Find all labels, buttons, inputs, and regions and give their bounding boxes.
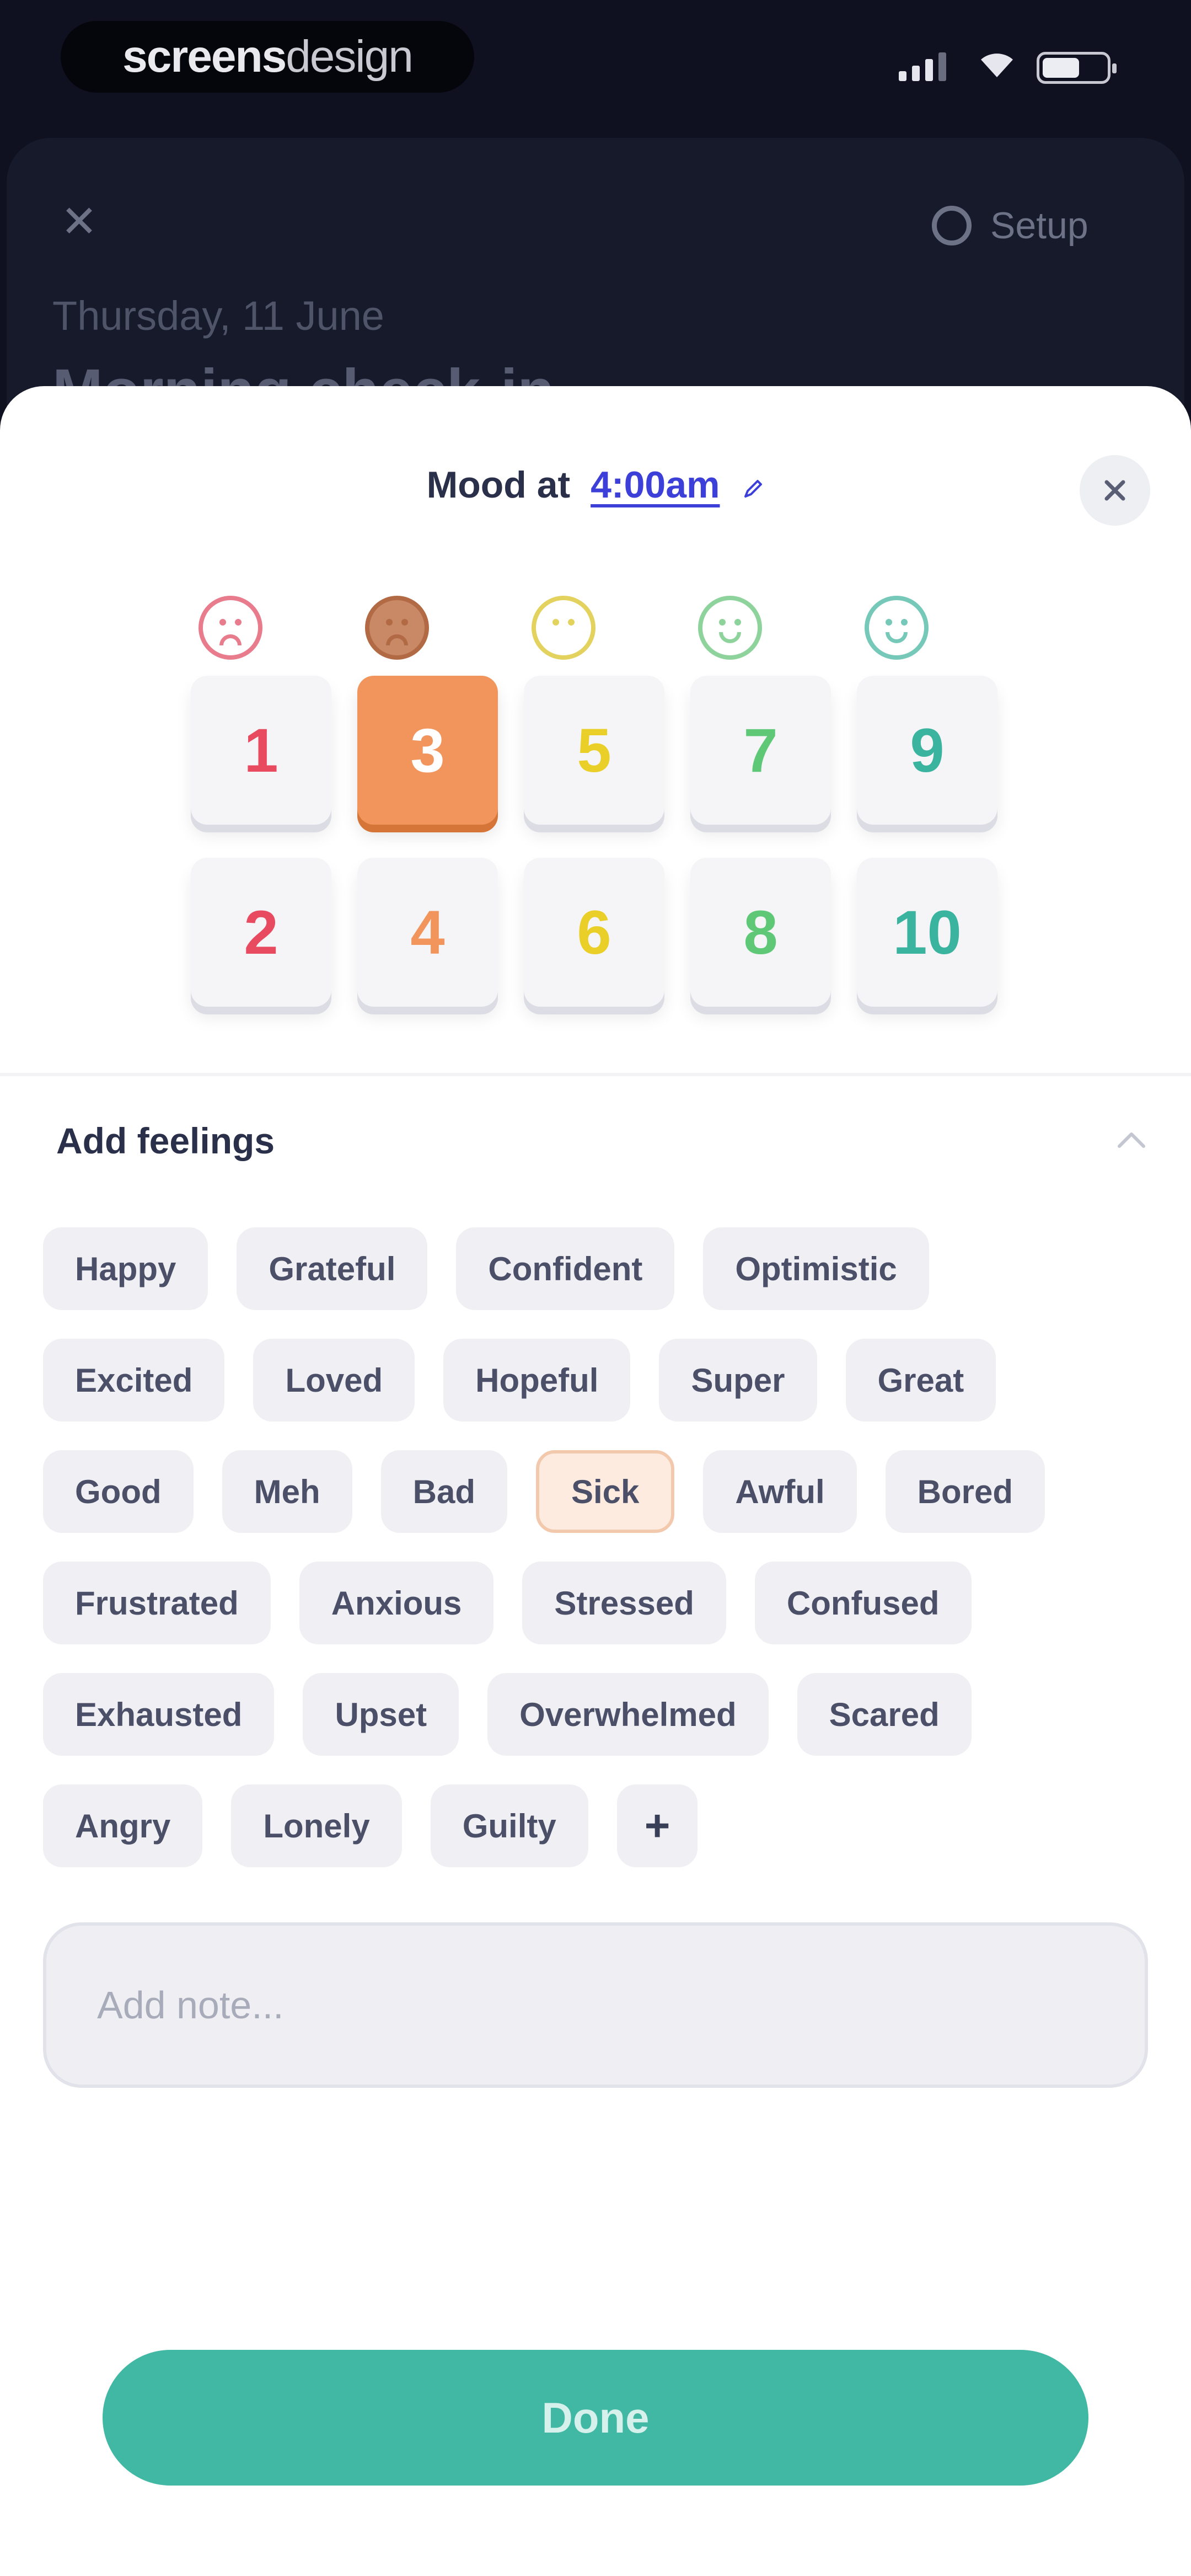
- feeling-chip-loved[interactable]: Loved: [253, 1339, 415, 1421]
- section-divider: [0, 1073, 1191, 1076]
- gear-icon: [932, 206, 972, 245]
- feeling-chip-awful[interactable]: Awful: [703, 1450, 857, 1533]
- feelings-chips: Happy Grateful Confident Optimistic Excited L…: [43, 1227, 1151, 1896]
- feelings-header[interactable]: Add feelings: [56, 1120, 1148, 1175]
- mood-score-6-button[interactable]: 6: [524, 858, 664, 1007]
- feeling-chip-stressed[interactable]: Stressed: [522, 1562, 726, 1644]
- feelings-row: Exhausted Upset Overwhelmed Scared: [43, 1673, 1151, 1756]
- background-date: Thursday, 11 June: [52, 293, 384, 339]
- sheet-header: Mood at 4:00am: [0, 463, 1191, 506]
- mood-score-10-button[interactable]: 10: [857, 858, 997, 1007]
- background-setup-button: Setup: [932, 204, 1088, 247]
- face-awful-icon: [198, 596, 262, 660]
- feelings-title: Add feelings: [56, 1120, 275, 1161]
- mood-sheet: Mood at 4:00am 1 3 5 7 9 2 4 6 8 10 Add feelings …: [0, 386, 1191, 2576]
- feeling-chip-sick[interactable]: Sick: [535, 1450, 675, 1533]
- feeling-chip-great[interactable]: Great: [845, 1339, 996, 1421]
- feeling-chip-bad[interactable]: Bad: [380, 1450, 507, 1533]
- battery-icon: [1037, 52, 1117, 84]
- mood-score-7-button[interactable]: 7: [690, 676, 831, 825]
- feeling-chip-scared[interactable]: Scared: [797, 1673, 972, 1756]
- feelings-row: Happy Grateful Confident Optimistic: [43, 1227, 1151, 1310]
- mood-score-9-button[interactable]: 9: [857, 676, 997, 825]
- brand-text: screensdesign: [122, 31, 414, 82]
- close-button[interactable]: [1080, 455, 1150, 526]
- feelings-row: Frustrated Anxious Stressed Confused: [43, 1562, 1151, 1644]
- face-great-icon: [865, 596, 929, 660]
- feeling-chip-grateful[interactable]: Grateful: [237, 1227, 428, 1310]
- mood-score-5-button[interactable]: 5: [524, 676, 664, 825]
- add-feeling-button[interactable]: +: [616, 1784, 698, 1867]
- mood-title-prefix: Mood at: [426, 464, 571, 506]
- feeling-chip-angry[interactable]: Angry: [43, 1784, 203, 1867]
- feeling-chip-upset[interactable]: Upset: [303, 1673, 459, 1756]
- face-bad-icon: [365, 596, 429, 660]
- feeling-chip-optimistic[interactable]: Optimistic: [703, 1227, 929, 1310]
- face-good-icon: [698, 596, 762, 660]
- face-okay-icon: [532, 596, 596, 660]
- status-bar: screensdesign: [0, 0, 1191, 116]
- feeling-chip-overwhelmed[interactable]: Overwhelmed: [487, 1673, 769, 1756]
- feeling-chip-confused[interactable]: Confused: [754, 1562, 972, 1644]
- feelings-row: Excited Loved Hopeful Super Great: [43, 1339, 1151, 1421]
- background-setup-label: Setup: [990, 205, 1088, 247]
- close-icon: [1104, 480, 1125, 501]
- feeling-chip-frustrated[interactable]: Frustrated: [43, 1562, 271, 1644]
- feeling-chip-anxious[interactable]: Anxious: [299, 1562, 494, 1644]
- pencil-icon[interactable]: [742, 478, 764, 500]
- mood-score-8-button[interactable]: 8: [690, 858, 831, 1007]
- chevron-up-icon[interactable]: [1115, 1129, 1148, 1151]
- feeling-chip-excited[interactable]: Excited: [43, 1339, 225, 1421]
- feeling-chip-bored[interactable]: Bored: [885, 1450, 1045, 1533]
- feeling-chip-hopeful[interactable]: Hopeful: [443, 1339, 631, 1421]
- done-button[interactable]: Done: [103, 2350, 1088, 2486]
- mood-score-4-button[interactable]: 4: [357, 858, 498, 1007]
- feelings-row: Good Meh Bad Sick Awful Bored: [43, 1450, 1151, 1533]
- note-input[interactable]: Add note...: [43, 1922, 1148, 2088]
- signal-icon: [899, 52, 946, 81]
- feeling-chip-good[interactable]: Good: [43, 1450, 194, 1533]
- wifi-icon: [981, 54, 1013, 77]
- brand-logo: screensdesign: [61, 21, 474, 93]
- feeling-chip-super[interactable]: Super: [659, 1339, 817, 1421]
- background-close-icon: ✕: [61, 197, 98, 246]
- mood-title: Mood at 4:00am: [427, 464, 765, 506]
- feeling-chip-guilty[interactable]: Guilty: [430, 1784, 588, 1867]
- mood-time-link[interactable]: 4:00am: [591, 464, 720, 506]
- mood-score-3-button[interactable]: 3: [357, 676, 498, 825]
- feeling-chip-happy[interactable]: Happy: [43, 1227, 208, 1310]
- feeling-chip-meh[interactable]: Meh: [222, 1450, 352, 1533]
- mood-score-1-button[interactable]: 1: [191, 676, 331, 825]
- mood-faces: [0, 596, 1191, 673]
- feelings-row: Angry Lonely Guilty +: [43, 1784, 1151, 1867]
- feeling-chip-confident[interactable]: Confident: [456, 1227, 675, 1310]
- background-app: screensdesign ✕ Setup Thursday, 11 June …: [0, 0, 1191, 469]
- mood-score-2-button[interactable]: 2: [191, 858, 331, 1007]
- feeling-chip-lonely[interactable]: Lonely: [231, 1784, 402, 1867]
- feeling-chip-exhausted[interactable]: Exhausted: [43, 1673, 275, 1756]
